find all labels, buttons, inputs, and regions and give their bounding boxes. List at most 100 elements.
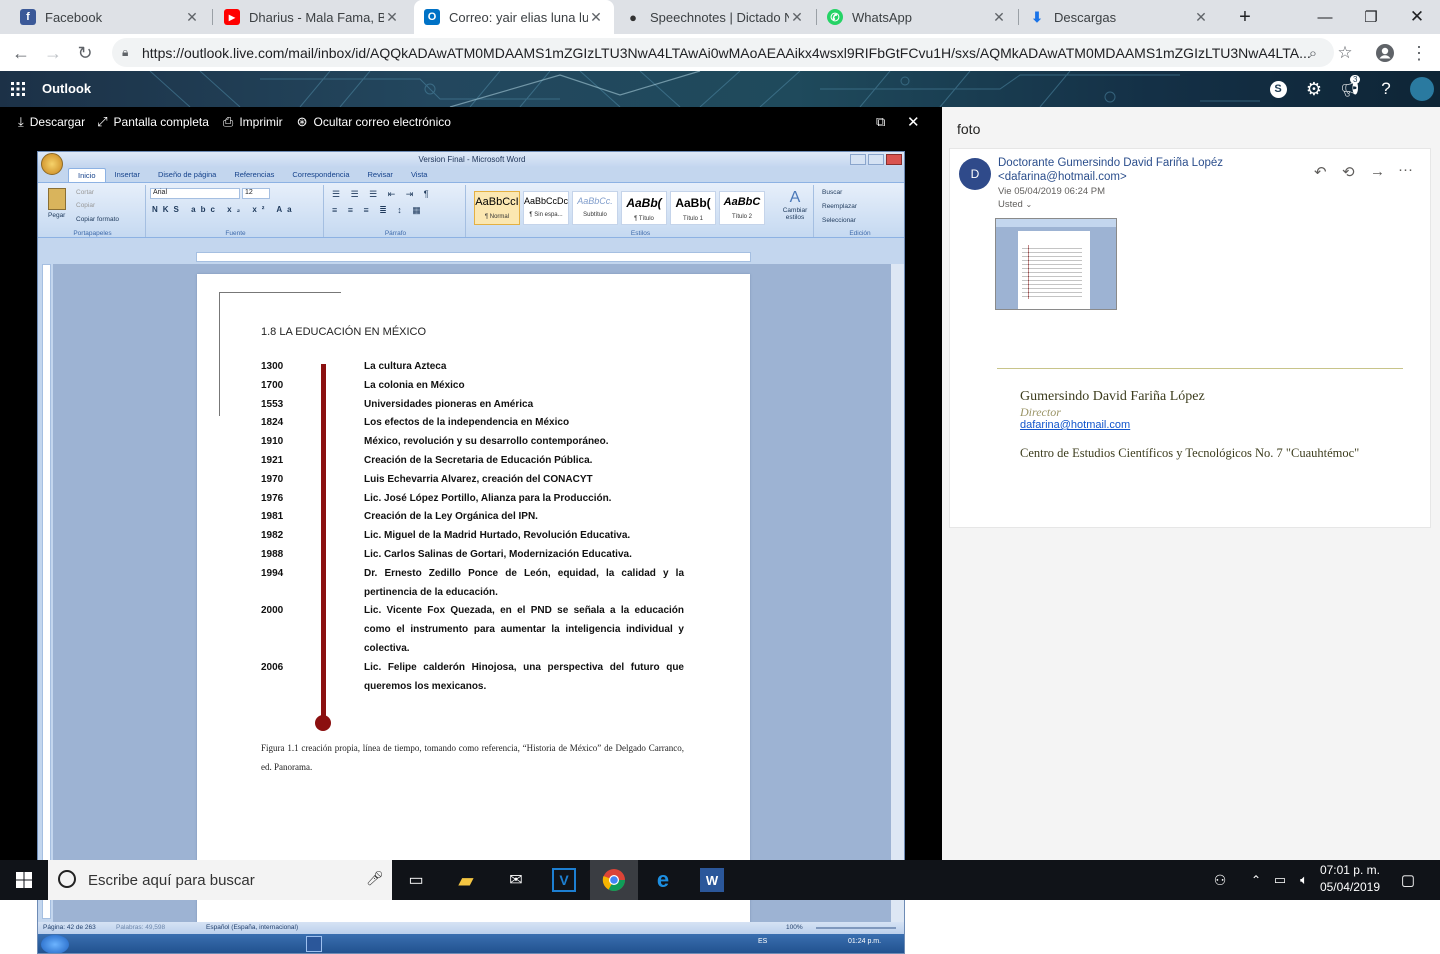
task-view-icon[interactable]: ▭ — [404, 868, 428, 892]
align-buttons[interactable]: ≡ ≡ ≡ ≣ ↕ ▦ — [332, 205, 425, 216]
timeline-event: La cultura Azteca — [364, 361, 447, 372]
word-tab-insertar[interactable]: Insertar — [106, 168, 149, 182]
paste-icon[interactable] — [48, 188, 66, 210]
style-normal[interactable]: AaBbCcI ¶ Normal — [474, 191, 520, 225]
reload-icon[interactable]: ↻ — [72, 40, 98, 66]
new-tab-button[interactable]: + — [1222, 0, 1268, 34]
user-avatar[interactable] — [1410, 77, 1434, 101]
zoom-slider[interactable] — [816, 927, 896, 929]
tab-speechnotes[interactable]: ● Speechnotes | Dictado No ✕ — [615, 0, 815, 34]
skype-icon[interactable]: S — [1268, 79, 1288, 99]
people-icon[interactable]: ⚇ — [1208, 868, 1232, 892]
volume-icon[interactable]: 🔈︎ — [1292, 868, 1316, 892]
print-button[interactable]: ⎙ Imprimir — [223, 114, 283, 130]
zoom-icon[interactable]: ⌕ — [1300, 40, 1326, 66]
profile-icon[interactable] — [1372, 40, 1398, 66]
style-sin-espaciado[interactable]: AaBbCcDc ¶ Sin espa... — [523, 191, 569, 225]
signature-email-link[interactable]: dafarina@hotmail.com — [1020, 419, 1130, 431]
word-vertical-scrollbar[interactable] — [891, 264, 904, 922]
download-button[interactable]: ⤓ Descargar — [18, 114, 85, 130]
megaphone-icon[interactable]: 📢︎ 3 — [1340, 75, 1361, 99]
reply-icon[interactable]: ↶ — [1314, 163, 1327, 181]
font-format-buttons[interactable]: NKS abc x₂ x² Aa — [152, 205, 297, 214]
word-tab-inicio[interactable]: Inicio — [68, 168, 106, 182]
font-size-select[interactable]: 12 — [242, 188, 270, 199]
style-titulo-1[interactable]: AaBb(Título 1 — [670, 191, 716, 225]
close-tab-icon[interactable]: ✕ — [991, 9, 1007, 26]
hide-mail-button[interactable]: ⊛ Ocultar correo electrónico — [297, 114, 451, 130]
style-titulo[interactable]: AaBb(¶ Título — [621, 191, 667, 225]
fullscreen-button[interactable]: ⤢ Pantalla completa — [97, 114, 209, 130]
network-icon[interactable]: ▭ — [1268, 868, 1292, 892]
forward-arrow-icon[interactable]: → — [1370, 163, 1385, 180]
settings-gear-icon[interactable]: ⚙ — [1304, 79, 1324, 99]
format-painter-label[interactable]: Copiar formato — [76, 216, 119, 223]
close-tab-icon[interactable]: ✕ — [184, 9, 200, 26]
editing-group: Buscar Reemplazar Seleccionar Edición — [816, 185, 904, 237]
cut-label[interactable]: Cortar — [76, 189, 94, 196]
close-tab-icon[interactable]: ✕ — [384, 9, 400, 26]
sender-avatar[interactable]: D — [959, 158, 991, 190]
word-taskbar-icon[interactable] — [306, 936, 322, 952]
reply-all-icon[interactable]: ⟲ — [1342, 163, 1355, 181]
help-icon[interactable]: ? — [1376, 79, 1396, 99]
chrome-taskbar-active[interactable] — [590, 860, 638, 900]
office-button[interactable] — [41, 153, 63, 175]
outlook-app-name[interactable]: Outlook — [42, 81, 91, 96]
close-window-button[interactable]: ✕ — [1394, 0, 1440, 34]
back-icon[interactable]: ← — [8, 40, 34, 66]
vensim-icon[interactable]: V — [552, 868, 576, 892]
app-launcher-icon[interactable] — [8, 79, 28, 99]
timeline-event: Lic. Vicente Fox Quezada, en el PND se s… — [364, 605, 684, 654]
tab-youtube[interactable]: ▶ Dharius - Mala Fama, Buen ✕ — [214, 0, 410, 34]
list-buttons[interactable]: ☰ ☰ ☰ ⇤ ⇥ ¶ — [332, 189, 433, 200]
style-subtitulo[interactable]: AaBbCc. Subtítulo — [572, 191, 618, 225]
taskbar-clock[interactable]: 07:01 p. m. 05/04/2019 — [1320, 862, 1380, 896]
windows-start-icon[interactable] — [12, 868, 36, 892]
address-bar[interactable]: 🔒︎ https://outlook.live.com/mail/inbox/i… — [112, 38, 1334, 67]
timeline-event: Creación de la Secretaria de Educación P… — [364, 455, 593, 466]
word-icon[interactable]: W — [700, 868, 724, 892]
restore-button[interactable]: ❐ — [1348, 0, 1394, 34]
paste-label[interactable]: Pegar — [48, 212, 65, 219]
word-tab-diseno[interactable]: Diseño de página — [149, 168, 225, 182]
close-tab-icon[interactable]: ✕ — [1193, 9, 1209, 26]
mail-icon[interactable]: ✉ — [504, 868, 528, 892]
file-explorer-icon[interactable]: ▰ — [454, 868, 478, 892]
edge-icon[interactable]: e — [651, 867, 675, 892]
windows-start-orb[interactable] — [41, 935, 69, 953]
close-viewer-icon[interactable]: ✕ — [907, 113, 920, 131]
font-name-select[interactable]: Arial — [150, 188, 240, 199]
style-titulo-2[interactable]: AaBbC Título 2 — [719, 191, 765, 225]
forward-icon[interactable]: → — [40, 40, 66, 66]
chrome-menu-icon[interactable]: ⋮ — [1406, 40, 1432, 66]
outlook-icon: O — [424, 9, 440, 25]
bookmark-star-icon[interactable]: ☆ — [1332, 40, 1358, 66]
taskbar-search-box[interactable]: Escribe aquí para buscar 🎤︎ — [48, 860, 392, 900]
tab-whatsapp[interactable]: ✆ WhatsApp ✕ — [817, 0, 1017, 34]
word-tab-correspondencia[interactable]: Correspondencia — [283, 168, 358, 182]
word-tab-referencias[interactable]: Referencias — [225, 168, 283, 182]
message-recipients[interactable]: Usted ⌄ — [998, 199, 1032, 210]
action-center-icon[interactable]: ▢ — [1396, 868, 1420, 892]
tab-outlook[interactable]: O Correo: yair elias luna luna ✕ — [414, 0, 614, 34]
find-button[interactable]: Buscar — [822, 189, 842, 196]
styles-group-label: Estilos — [630, 230, 651, 237]
sender-info[interactable]: Doctorante Gumersindo David Fariña Lopéz… — [998, 156, 1248, 184]
more-actions-icon[interactable]: ··· — [1398, 161, 1413, 178]
copy-label[interactable]: Copiar — [76, 202, 95, 209]
tab-descargas[interactable]: ⬇ Descargas ✕ — [1019, 0, 1219, 34]
change-styles-button[interactable]: A Cambiar estilos — [780, 189, 810, 221]
word-tab-revisar[interactable]: Revisar — [359, 168, 402, 182]
attachment-thumbnail[interactable] — [995, 218, 1117, 310]
popout-icon[interactable]: ⧉ — [876, 114, 885, 130]
close-tab-icon[interactable]: ✕ — [588, 9, 604, 26]
replace-button[interactable]: Reemplazar — [822, 203, 857, 210]
tab-facebook[interactable]: f Facebook ✕ — [10, 0, 210, 34]
select-button[interactable]: Seleccionar — [822, 217, 856, 224]
show-hidden-icons[interactable]: ⌃ — [1244, 868, 1268, 892]
microphone-icon[interactable]: 🎤︎ — [366, 870, 384, 887]
close-tab-icon[interactable]: ✕ — [789, 9, 805, 26]
minimize-button[interactable]: — — [1302, 0, 1348, 34]
word-tab-vista[interactable]: Vista — [402, 168, 437, 182]
